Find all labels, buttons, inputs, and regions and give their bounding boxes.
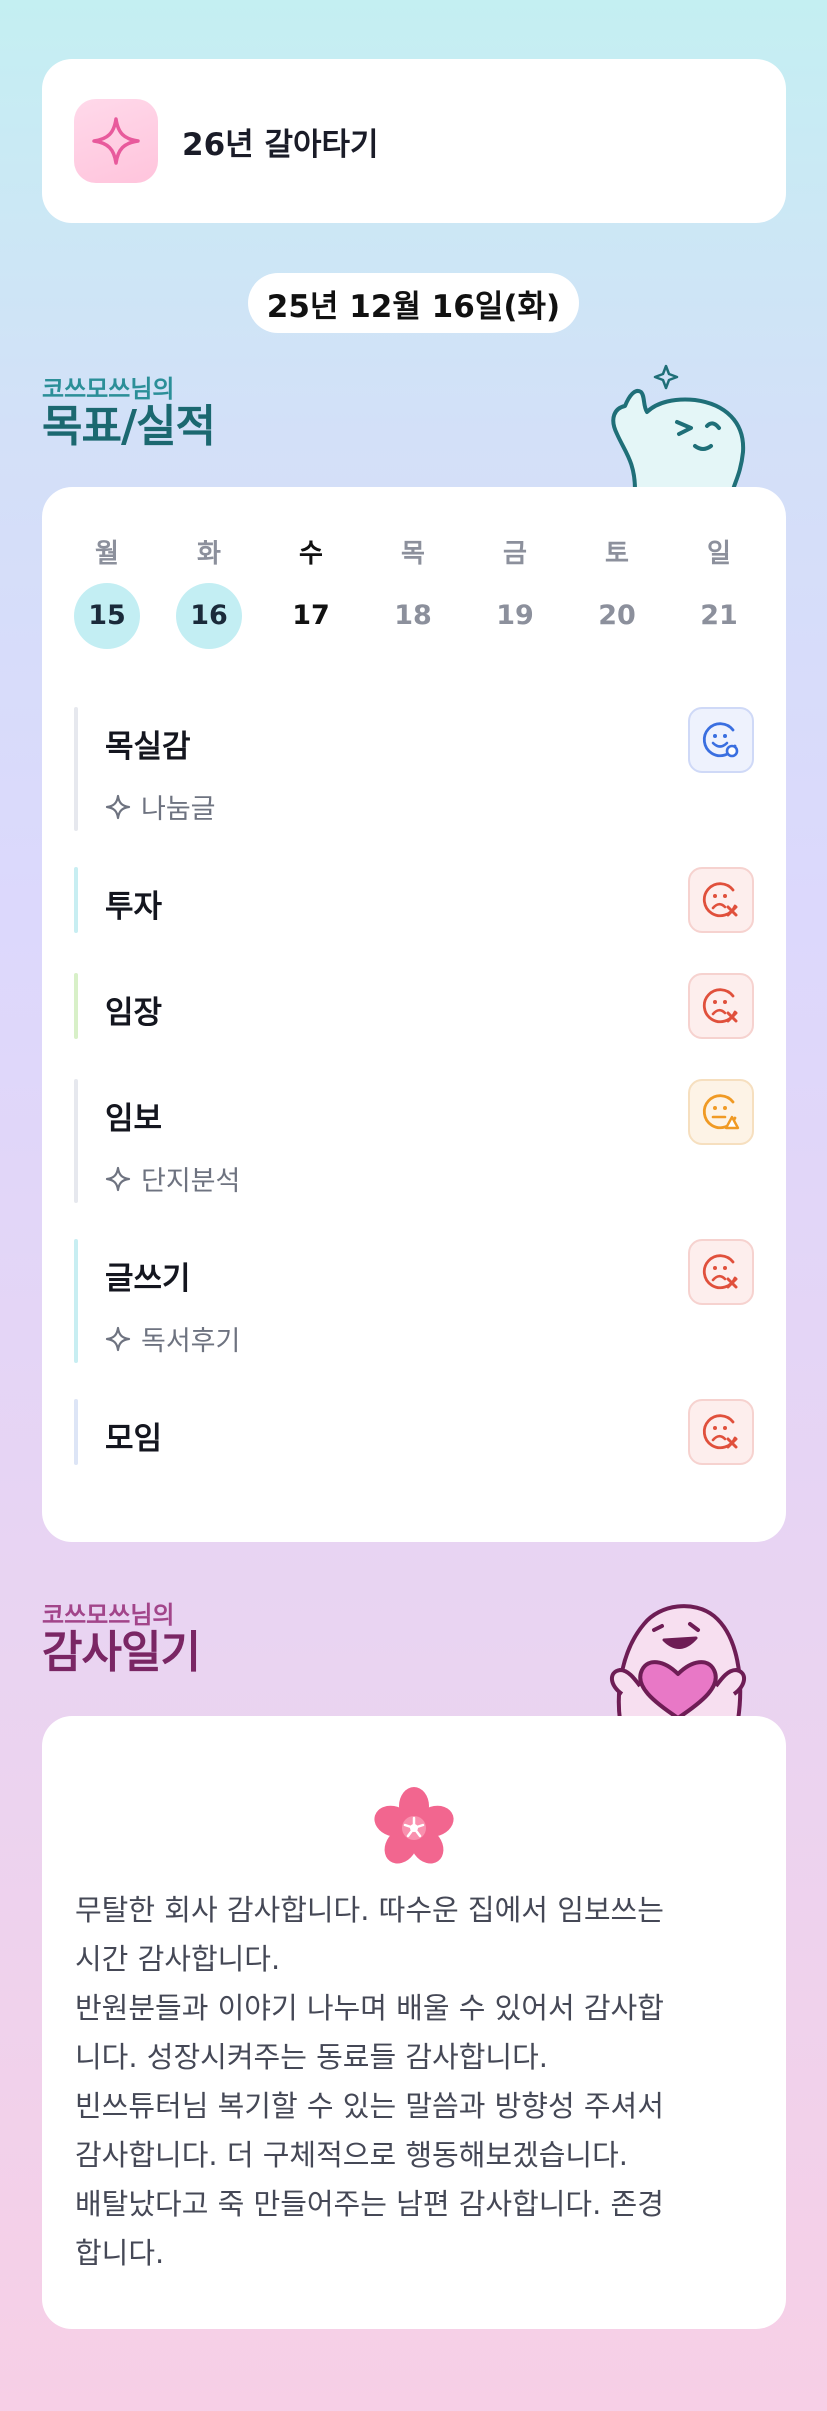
neutral-face-warning-icon[interactable] bbox=[688, 1079, 754, 1145]
goal-item[interactable]: 모임 bbox=[74, 1399, 754, 1465]
goal-item[interactable]: 목실감나눔글 bbox=[74, 707, 754, 831]
goal-color-bar bbox=[74, 1079, 78, 1203]
goals-section-heading: 코쓰모쓰님의 목표/실적 bbox=[42, 375, 216, 452]
goals-card: 월 15 화 16 수 17 목 18 금 19 토 20 일 21 목실감 나눔글 투자 임장 임보 단지분석 글쓰… bbox=[42, 487, 786, 1542]
goal-color-bar bbox=[74, 867, 78, 933]
calendar-day[interactable]: 화 16 bbox=[176, 537, 242, 649]
goal-subtask: 나눔글 bbox=[105, 787, 216, 826]
sparkle-icon bbox=[74, 99, 158, 183]
day-number: 21 bbox=[700, 600, 738, 631]
goal-subtask-label: 독서후기 bbox=[141, 1326, 241, 1357]
thanks-diary-card: 무탈한 회사 감사합니다. 따수운 집에서 임보쓰는 시간 감사합니다. 반원분… bbox=[42, 1716, 786, 2329]
calendar-day[interactable]: 일 21 bbox=[686, 537, 752, 649]
plan-title: 26년 갈아타기 bbox=[182, 126, 379, 163]
date-selector[interactable]: 25년 12월 16일(화) bbox=[248, 273, 579, 333]
day-number: 19 bbox=[496, 600, 534, 631]
calendar-day[interactable]: 수 17 bbox=[278, 537, 344, 649]
frown-face-x-icon[interactable] bbox=[688, 1239, 754, 1305]
day-of-week-label: 일 bbox=[707, 539, 731, 569]
sparkle-icon bbox=[105, 794, 131, 820]
goal-color-bar bbox=[74, 1399, 78, 1465]
goal-subtask: 독서후기 bbox=[105, 1319, 240, 1358]
mascot-thumbs-up-icon bbox=[611, 364, 746, 490]
sparkle-icon bbox=[105, 1326, 131, 1352]
goal-subtask-label: 단지분석 bbox=[141, 1166, 241, 1197]
thanks-diary-text: 무탈한 회사 감사합니다. 따수운 집에서 임보쓰는 시간 감사합니다. 반원분… bbox=[75, 1893, 664, 2270]
thanks-section-heading: 코쓰모쓰님의 감사일기 bbox=[42, 1601, 201, 1678]
goal-name: 임장 bbox=[105, 995, 163, 1031]
frown-face-x-icon[interactable] bbox=[688, 973, 754, 1039]
goal-name: 임보 bbox=[105, 1101, 163, 1137]
goal-item[interactable]: 투자 bbox=[74, 867, 754, 933]
day-number: 18 bbox=[394, 600, 432, 631]
goal-name: 모임 bbox=[105, 1421, 163, 1457]
day-of-week-label: 월 bbox=[95, 539, 119, 569]
smile-face-icon[interactable] bbox=[688, 707, 754, 773]
calendar-day[interactable]: 금 19 bbox=[482, 537, 548, 649]
cherry-blossom-icon bbox=[374, 1787, 454, 1864]
thanks-section-title: 감사일기 bbox=[42, 1627, 201, 1678]
goals-section-title: 목표/실적 bbox=[42, 401, 216, 452]
frown-face-x-icon[interactable] bbox=[688, 1399, 754, 1465]
goal-name: 투자 bbox=[105, 889, 163, 925]
sparkle-icon bbox=[105, 1166, 131, 1192]
goal-color-bar bbox=[74, 707, 78, 831]
goal-color-bar bbox=[74, 973, 78, 1039]
frown-face-x-icon[interactable] bbox=[688, 867, 754, 933]
goal-color-bar bbox=[74, 1239, 78, 1363]
goal-item[interactable]: 임장 bbox=[74, 973, 754, 1039]
day-of-week-label: 토 bbox=[605, 539, 629, 569]
day-of-week-label: 화 bbox=[197, 539, 221, 569]
day-number: 20 bbox=[598, 600, 636, 631]
day-number: 16 bbox=[176, 583, 242, 649]
calendar-day[interactable]: 목 18 bbox=[380, 537, 446, 649]
goal-item[interactable]: 글쓰기독서후기 bbox=[74, 1239, 754, 1363]
goals-section-subtitle: 코쓰모쓰님의 bbox=[42, 375, 175, 403]
goal-plan-card[interactable]: 26년 갈아타기 bbox=[42, 59, 786, 223]
goal-name: 글쓰기 bbox=[105, 1261, 191, 1297]
goal-subtask-label: 나눔글 bbox=[141, 794, 216, 825]
day-number: 15 bbox=[74, 583, 140, 649]
mascot-heart-icon bbox=[610, 1604, 746, 1720]
day-of-week-label: 금 bbox=[503, 539, 527, 569]
thanks-section-subtitle: 코쓰모쓰님의 bbox=[42, 1601, 175, 1629]
day-of-week-label: 목 bbox=[401, 539, 425, 569]
goal-subtask: 단지분석 bbox=[105, 1159, 240, 1198]
week-calendar: 월 15 화 16 수 17 목 18 금 19 토 20 일 21 bbox=[74, 537, 786, 667]
goal-name: 목실감 bbox=[105, 729, 191, 765]
calendar-day[interactable]: 토 20 bbox=[584, 537, 650, 649]
day-of-week-label: 수 bbox=[299, 539, 323, 569]
day-number: 17 bbox=[292, 600, 330, 631]
goal-item[interactable]: 임보단지분석 bbox=[74, 1079, 754, 1203]
calendar-day[interactable]: 월 15 bbox=[74, 537, 140, 649]
